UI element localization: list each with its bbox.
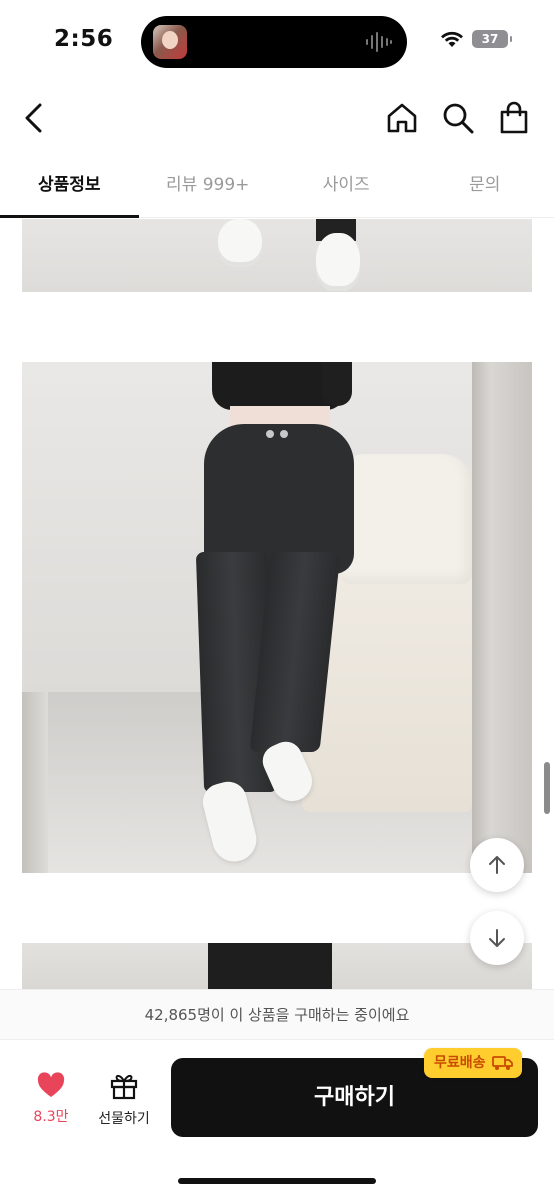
gift-label: 선물하기	[98, 1111, 150, 1127]
product-photo-3	[22, 943, 532, 989]
audio-wave-icon	[366, 32, 392, 52]
arrow-up-icon	[489, 856, 505, 874]
shopping-bag-icon	[500, 101, 528, 134]
free-shipping-label: 무료배송	[434, 1055, 486, 1071]
photo-detail	[266, 430, 274, 438]
now-playing-thumbnail	[153, 25, 187, 59]
photo-detail	[316, 233, 360, 291]
photo-detail	[22, 692, 48, 873]
photo-detail	[218, 219, 262, 267]
status-bar: 2:56 37	[0, 0, 554, 84]
product-photo-2	[22, 362, 532, 873]
free-shipping-badge: 무료배송	[424, 1048, 522, 1078]
scrollbar[interactable]	[544, 762, 550, 814]
tab-reviews[interactable]: 리뷰 999+	[139, 156, 278, 217]
tab-inquiry[interactable]: 문의	[416, 156, 554, 217]
purchase-bar: 8.3만 선물하기 구매하기 무료배송	[0, 1039, 554, 1200]
heart-icon	[37, 1072, 65, 1097]
home-icon	[387, 103, 417, 133]
search-button[interactable]	[438, 98, 478, 138]
photo-detail	[340, 454, 472, 584]
cart-button[interactable]	[494, 98, 534, 138]
status-icons: 37	[440, 30, 512, 48]
product-detail-content[interactable]	[0, 219, 554, 989]
tab-product-info[interactable]: 상품정보	[0, 156, 139, 218]
wifi-icon	[441, 31, 463, 47]
gift-button[interactable]: 선물하기	[92, 1072, 156, 1128]
back-button[interactable]	[14, 98, 54, 138]
product-tabs: 상품정보 리뷰 999+ 사이즈 문의	[0, 156, 554, 218]
scroll-top-button[interactable]	[470, 838, 524, 892]
photo-detail	[322, 362, 352, 406]
truck-icon	[491, 1056, 513, 1070]
scroll-down-button[interactable]	[470, 911, 524, 965]
photo-detail	[472, 362, 532, 873]
product-photo-1	[22, 219, 532, 292]
chevron-left-icon	[25, 103, 42, 133]
buyer-count-banner: 42,865명이 이 상품을 구매하는 중이에요	[0, 989, 554, 1039]
tab-size[interactable]: 사이즈	[277, 156, 416, 217]
like-button[interactable]: 8.3만	[22, 1072, 80, 1126]
arrow-down-icon	[489, 929, 505, 947]
photo-detail	[208, 943, 332, 989]
like-count: 8.3만	[33, 1109, 69, 1125]
status-time: 2:56	[54, 26, 114, 52]
home-button[interactable]	[382, 98, 422, 138]
top-nav	[0, 84, 554, 154]
home-indicator[interactable]	[178, 1178, 376, 1184]
gift-icon	[110, 1074, 138, 1100]
dynamic-island[interactable]	[141, 16, 407, 68]
search-icon	[443, 103, 474, 134]
photo-detail	[280, 430, 288, 438]
battery-icon: 37	[472, 30, 512, 48]
